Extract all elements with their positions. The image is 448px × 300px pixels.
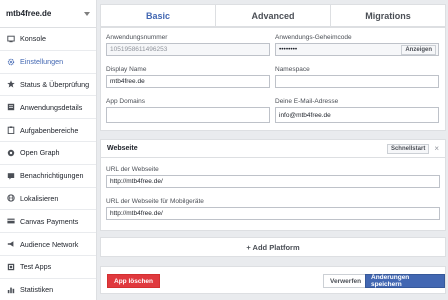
sidebar-item-settings[interactable]: Einstellungen: [0, 51, 96, 74]
close-icon[interactable]: ×: [434, 144, 439, 153]
mobile-url-label: URL der Webseite für Mobilgeräte: [106, 198, 204, 205]
sidebar-item-label: Konsole: [20, 34, 46, 44]
sidebar-item-label: Test Apps: [20, 262, 52, 272]
namespace-label: Namespace: [275, 66, 310, 73]
display-name-input[interactable]: mtb4free.de: [106, 75, 270, 88]
app-id-field: 1051958611496253: [106, 43, 270, 56]
website-panel-actions: Schnellstart ×: [386, 143, 439, 154]
website-platform-panel: Webseite Schnellstart × URL der Webseite…: [100, 139, 446, 231]
site-url-field-group: URL der Webseite http://mtb4free.de/: [106, 166, 440, 188]
sidebar-item-app-details[interactable]: Anwendungsdetails: [0, 96, 96, 120]
website-panel-header: Webseite Schnellstart ×: [101, 140, 445, 158]
sidebar-item-test-apps[interactable]: Test Apps: [0, 256, 96, 279]
sidebar-item-statistics[interactable]: Statistiken: [0, 279, 96, 300]
sidebar-item-label: Aufgabenbereiche: [20, 125, 79, 135]
settings-tabs: Basic Advanced Migrations: [100, 4, 446, 27]
tab-advanced[interactable]: Advanced: [215, 5, 330, 26]
site-url-input[interactable]: http://mtb4free.de/: [106, 175, 440, 188]
namespace-input[interactable]: [275, 75, 439, 88]
sidebar-item-audience-network[interactable]: Audience Network: [0, 233, 96, 256]
sidebar-item-label: Canvas Payments: [20, 216, 79, 226]
app-id-field-group: Anwendungsnummer 1051958611496253: [106, 34, 270, 56]
sidebar-item-label: Status & Überprüfung: [20, 79, 90, 89]
gear-icon: [6, 57, 15, 66]
display-name-label: Display Name: [106, 66, 147, 73]
sidebar-item-label: Open Graph: [20, 148, 60, 158]
site-url-label: URL der Webseite: [106, 166, 159, 173]
add-platform-button[interactable]: + Add Platform: [100, 237, 446, 257]
mobile-url-field-group: URL der Webseite für Mobilgeräte http://…: [106, 198, 440, 220]
sidebar-item-label: Lokalisieren: [20, 193, 59, 203]
tab-migrations[interactable]: Migrations: [330, 5, 445, 26]
basic-settings-panel: Anwendungsnummer 1051958611496253 Anwend…: [100, 27, 446, 131]
sidebar-item-status-review[interactable]: Status & Überprüfung: [0, 74, 96, 97]
graph-icon: [6, 148, 15, 157]
display-name-field-group: Display Name mtb4free.de: [106, 66, 270, 88]
sidebar-item-notifications[interactable]: Benachrichtigungen: [0, 165, 96, 188]
sidebar-item-open-graph[interactable]: Open Graph: [0, 142, 96, 165]
email-field[interactable]: info@mtb4free.de: [275, 107, 439, 123]
app-selector[interactable]: mtb4free.de: [0, 0, 96, 28]
settings-footer: App löschen Verwerfen Änderungen speiche…: [100, 266, 446, 294]
email-label: Deine E-Mail-Adresse: [275, 98, 339, 105]
console-icon: [6, 34, 15, 43]
app-domains-input[interactable]: [106, 107, 270, 123]
mobile-url-input[interactable]: http://mtb4free.de/: [106, 207, 440, 220]
sidebar-item-label: Anwendungsdetails: [20, 102, 83, 112]
discard-button[interactable]: Verwerfen: [323, 274, 369, 288]
sidebar-item-console[interactable]: Konsole: [0, 28, 96, 51]
show-secret-button[interactable]: Anzeigen: [401, 44, 436, 55]
namespace-field-group: Namespace: [275, 66, 439, 88]
chevron-down-icon: [84, 11, 90, 16]
sidebar-item-label: Audience Network: [20, 239, 79, 249]
app-secret-value: ••••••••: [279, 46, 298, 53]
app-secret-field-group: Anwendungs-Geheimcode •••••••• Anzeigen: [275, 34, 439, 56]
tab-basic[interactable]: Basic: [101, 5, 215, 26]
sidebar-item-label: Benachrichtigungen: [20, 171, 84, 181]
save-changes-button[interactable]: Änderungen speichern: [365, 274, 445, 288]
sidebar-item-label: Einstellungen: [20, 57, 64, 67]
clipboard-icon: [6, 126, 15, 135]
bell-icon: [6, 171, 15, 180]
sidebar-item-canvas-payments[interactable]: Canvas Payments: [0, 210, 96, 234]
sidebar-item-label: Statistiken: [20, 285, 54, 295]
chart-icon: [6, 285, 15, 294]
website-panel-title: Webseite: [107, 145, 138, 152]
app-name: mtb4free.de: [6, 9, 52, 18]
app-secret-label: Anwendungs-Geheimcode: [275, 34, 352, 41]
details-icon: [6, 103, 15, 112]
megaphone-icon: [6, 240, 15, 249]
star-icon: [6, 80, 15, 89]
sidebar-item-task-areas[interactable]: Aufgabenbereiche: [0, 119, 96, 142]
sidebar: mtb4free.de Konsole Einstellungen Status…: [0, 0, 97, 300]
app-domains-field-group: App Domains: [106, 98, 270, 123]
quickstart-button[interactable]: Schnellstart: [386, 143, 430, 154]
delete-app-button[interactable]: App löschen: [107, 274, 161, 288]
card-icon: [6, 217, 15, 226]
app-domains-label: App Domains: [106, 98, 146, 105]
app-secret-field: •••••••• Anzeigen: [275, 43, 439, 56]
app-id-label: Anwendungsnummer: [106, 34, 168, 41]
flask-icon: [6, 262, 15, 271]
globe-icon: [6, 194, 15, 203]
email-field-group: Deine E-Mail-Adresse info@mtb4free.de: [275, 98, 439, 123]
sidebar-item-localize[interactable]: Lokalisieren: [0, 188, 96, 211]
